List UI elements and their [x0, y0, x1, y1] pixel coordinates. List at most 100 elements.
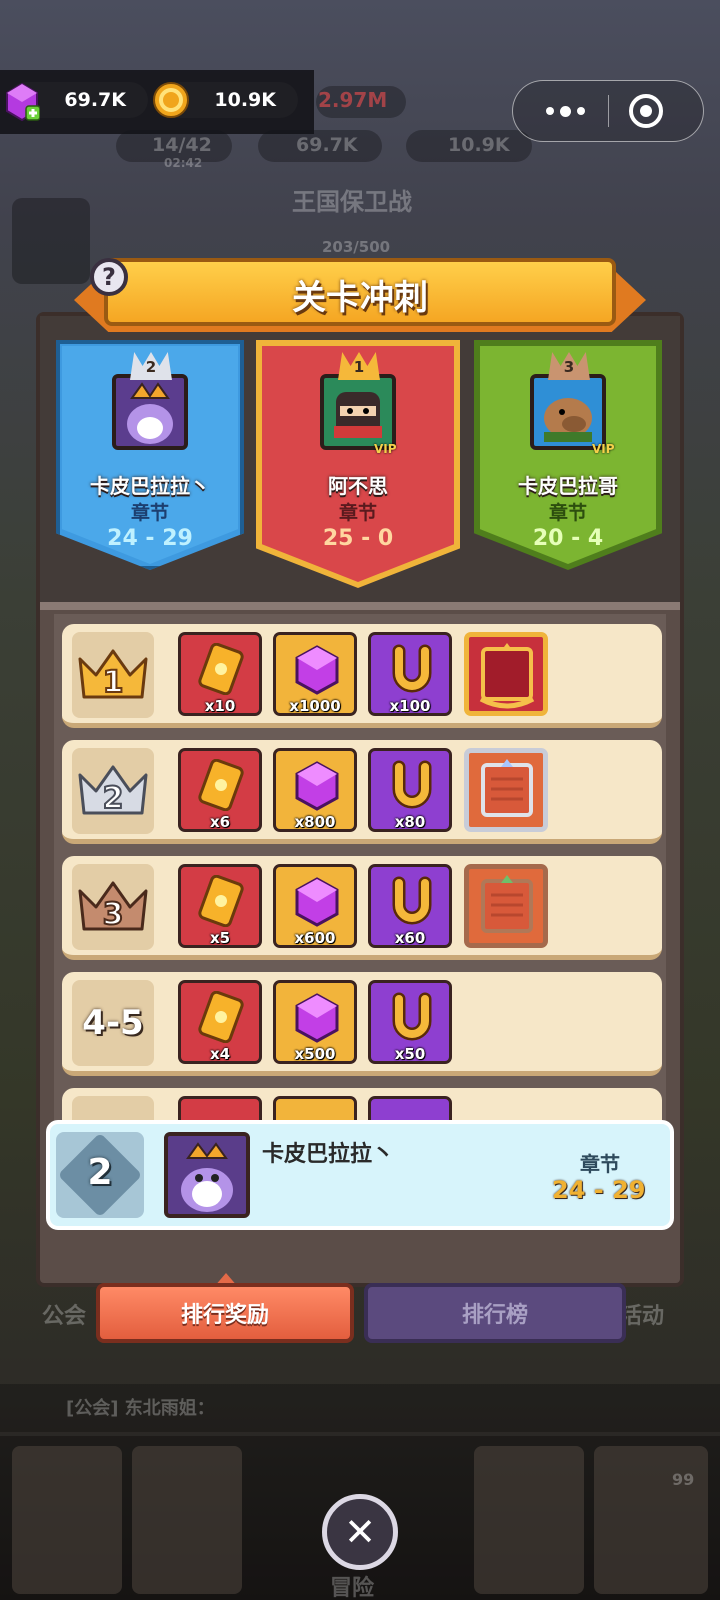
ticket-icon	[198, 991, 244, 1043]
item-quantity: x50	[394, 1045, 426, 1063]
horseshoe-item[interactable]: x60	[368, 864, 452, 948]
horseshoe-icon	[392, 992, 432, 1041]
podium-score: 20 - 4	[532, 526, 604, 551]
rank-number: 2	[103, 781, 124, 816]
my-avatar[interactable]	[164, 1132, 250, 1218]
horseshoe-icon	[392, 644, 432, 693]
tab-leaderboard[interactable]: 排行榜	[364, 1283, 626, 1343]
frame-item[interactable]	[464, 864, 548, 948]
ninja-avatar-icon	[334, 392, 382, 438]
item-quantity: x1000	[289, 697, 341, 715]
podium-name: 卡皮巴拉拉丶	[90, 474, 210, 498]
bg-badge-count: 99	[672, 1470, 695, 1489]
podium-chapter-label: 章节	[130, 502, 169, 524]
item-quantity: x500	[294, 1045, 336, 1063]
horseshoe-item[interactable]: x50	[368, 980, 452, 1064]
rewards-list[interactable]: 1 x10 x1000 x100 2 x6 x800 x80 3 x5 x600…	[54, 614, 666, 1134]
gem-amount: 69.7K	[64, 89, 126, 111]
ticket-icon	[198, 875, 244, 927]
podium-rank-3[interactable]: VIP 3 卡皮巴拉哥 章节 20 - 4	[474, 340, 662, 570]
frame-item[interactable]	[464, 632, 548, 716]
bg-nav-chest	[594, 1446, 708, 1594]
crown-icon: 3	[78, 881, 148, 933]
ticket-item[interactable]: x10	[178, 632, 262, 716]
close-icon[interactable]: ✕	[322, 1494, 398, 1570]
podium-rank-number: 3	[563, 358, 575, 376]
podium-chapter-label: 章节	[548, 502, 587, 524]
frame-icon	[481, 759, 533, 817]
rank-number: 1	[103, 665, 124, 700]
capybara-avatar-icon	[544, 398, 592, 442]
penguin-avatar-icon	[181, 1142, 233, 1212]
help-icon[interactable]: ?	[90, 258, 128, 296]
capsule-divider	[608, 95, 609, 127]
horseshoe-icon	[392, 876, 432, 925]
gem-icon	[295, 993, 339, 1043]
gem-icon	[295, 877, 339, 927]
ticket-item[interactable]: x6	[178, 748, 262, 832]
gem-item[interactable]: x600	[273, 864, 357, 948]
vip-badge: VIP	[374, 442, 397, 456]
ticket-item[interactable]: x5	[178, 864, 262, 948]
gem-item[interactable]: x1000	[273, 632, 357, 716]
reward-row-2: 2 x6 x800 x80	[62, 740, 662, 844]
more-icon[interactable]	[535, 97, 595, 125]
target-icon[interactable]	[627, 92, 665, 130]
my-rank-bar: 2 卡皮巴拉拉丶 章节 24 - 29	[46, 1120, 674, 1230]
rank-number: 3	[103, 897, 124, 932]
gem-icon	[295, 761, 339, 811]
podium-avatar	[320, 374, 396, 450]
bg-menu-button	[12, 198, 90, 284]
gem-item[interactable]: x800	[273, 748, 357, 832]
bg-gems: 69.7K	[296, 134, 358, 156]
bg-nav-shop	[12, 1446, 122, 1594]
horseshoe-item[interactable]: x80	[368, 748, 452, 832]
podium-score: 25 - 0	[322, 526, 394, 551]
item-quantity: x5	[209, 929, 231, 947]
ticket-icon	[198, 759, 244, 811]
frame-item[interactable]	[464, 748, 548, 832]
crown-icon: 2	[78, 765, 148, 817]
reward-row-1: 1 x10 x1000 x100	[62, 624, 662, 728]
podium-rank-2[interactable]: 2 卡皮巴拉拉丶 章节 24 - 29	[56, 340, 244, 570]
frame-icon	[479, 643, 535, 709]
podium-name: 阿不思	[328, 474, 388, 498]
rank-cell: 2	[72, 748, 154, 834]
horseshoe-item[interactable]: x100	[368, 632, 452, 716]
podium-chapter-label: 章节	[338, 502, 377, 524]
bg-power: 2.97M	[318, 88, 388, 112]
my-chapter-score: 24 - 29	[552, 1176, 646, 1204]
rank-cell: 1	[72, 632, 154, 718]
bg-event-progress: 203/500	[322, 238, 391, 256]
tab-rank-rewards[interactable]: 排行奖励	[96, 1283, 354, 1343]
bg-event-title: 王国保卫战	[292, 188, 412, 216]
my-name: 卡皮巴拉拉丶	[262, 1142, 395, 1167]
gem-item[interactable]: x500	[273, 980, 357, 1064]
bg-nav-upgrade	[474, 1446, 584, 1594]
bg-coins: 10.9K	[448, 134, 510, 156]
item-quantity: x60	[394, 929, 426, 947]
bg-nav-activity: 活动	[620, 1304, 665, 1329]
item-quantity: x10	[204, 697, 236, 715]
podium-avatar	[112, 374, 188, 450]
item-quantity: x600	[294, 929, 336, 947]
podium-rank-1[interactable]: VIP 1 阿不思 章节 25 - 0	[256, 340, 460, 588]
reward-row-3: 3 x5 x600 x60	[62, 856, 662, 960]
modal-title: 关卡冲刺	[292, 278, 428, 318]
gem-icon	[4, 82, 41, 122]
item-quantity: x6	[209, 813, 231, 831]
ticket-item[interactable]: x4	[178, 980, 262, 1064]
podium-avatar	[530, 374, 606, 450]
crown-icon: 1	[78, 649, 148, 701]
penguin-avatar-icon	[127, 382, 173, 444]
miniapp-capsule	[512, 80, 704, 142]
item-quantity: x800	[294, 813, 336, 831]
rank-range: 4-5	[72, 980, 154, 1066]
podium-divider	[40, 602, 680, 610]
item-quantity: x80	[394, 813, 426, 831]
bg-nav-adventure: 冒险	[330, 1576, 375, 1600]
bg-energy: 14/42	[152, 134, 212, 156]
bg-nav-guild: 公会	[42, 1304, 87, 1329]
my-chapter-label: 章节	[580, 1152, 620, 1176]
vip-badge: VIP	[592, 442, 615, 456]
